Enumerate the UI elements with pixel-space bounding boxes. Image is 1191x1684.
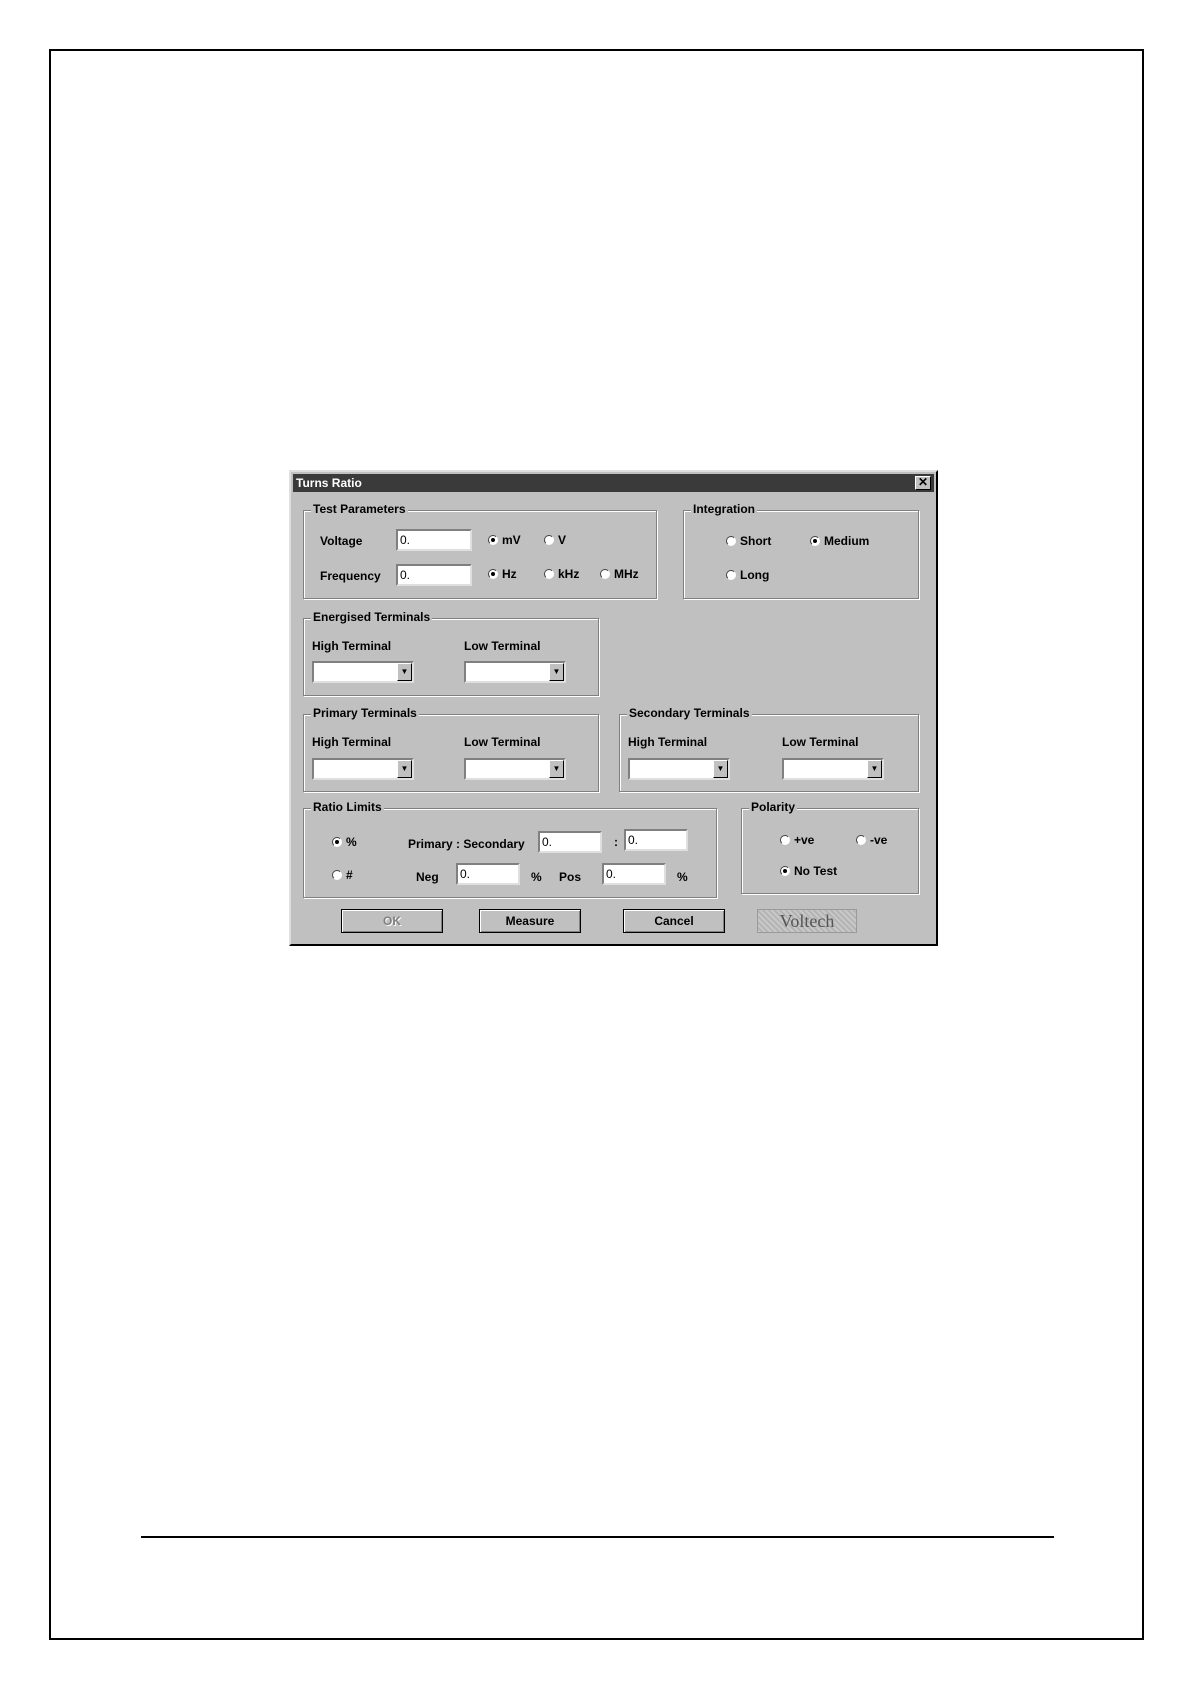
- frequency-unit-khz-radio[interactable]: kHz: [544, 567, 579, 581]
- secondary-low-terminal-label: Low Terminal: [782, 735, 859, 749]
- integration-title: Integration: [691, 502, 757, 516]
- test-parameters-title: Test Parameters: [311, 502, 408, 516]
- radio-selected-icon: [488, 569, 498, 579]
- radio-empty-icon: [780, 835, 790, 845]
- integration-short-radio[interactable]: Short: [726, 534, 771, 548]
- radio-empty-icon: [726, 536, 736, 546]
- chevron-down-icon[interactable]: ▼: [867, 760, 882, 778]
- voltage-input[interactable]: [396, 529, 472, 551]
- secondary-low-terminal-dropdown[interactable]: ▼: [782, 758, 884, 780]
- radio-empty-icon: [856, 835, 866, 845]
- voltage-unit-mv-radio[interactable]: mV: [488, 533, 521, 547]
- frequency-input[interactable]: [396, 564, 472, 586]
- close-icon[interactable]: ✕: [915, 476, 931, 490]
- cancel-button[interactable]: Cancel: [623, 909, 725, 933]
- primary-high-terminal-dropdown[interactable]: ▼: [312, 758, 414, 780]
- neg-limit-input[interactable]: [456, 863, 520, 885]
- radio-empty-icon: [544, 535, 554, 545]
- integration-group: Integration Short Medium Long: [683, 502, 919, 599]
- energised-low-terminal-label: Low Terminal: [464, 639, 541, 653]
- energised-low-terminal-dropdown[interactable]: ▼: [464, 661, 566, 683]
- dialog-title: Turns Ratio: [296, 476, 362, 490]
- secondary-ratio-input[interactable]: [624, 829, 688, 851]
- title-bar[interactable]: Turns Ratio ✕: [293, 474, 934, 492]
- chevron-down-icon[interactable]: ▼: [397, 663, 412, 681]
- primary-ratio-input[interactable]: [538, 831, 602, 853]
- energised-terminals-title: Energised Terminals: [311, 610, 433, 624]
- turns-ratio-dialog: Turns Ratio ✕ Test Parameters Voltage mV…: [289, 470, 938, 946]
- polarity-group: Polarity +ve -ve No Test: [741, 800, 919, 894]
- polarity-no-test-radio[interactable]: No Test: [780, 864, 837, 878]
- primary-terminals-title: Primary Terminals: [311, 706, 419, 720]
- energised-terminals-group: Energised Terminals High Terminal Low Te…: [303, 610, 599, 696]
- secondary-terminals-title: Secondary Terminals: [627, 706, 752, 720]
- pos-unit: %: [677, 870, 688, 884]
- integration-medium-radio[interactable]: Medium: [810, 534, 869, 548]
- ratio-limits-title: Ratio Limits: [311, 800, 384, 814]
- polarity-title: Polarity: [749, 800, 798, 814]
- radio-empty-icon: [726, 570, 736, 580]
- radio-selected-icon: [810, 536, 820, 546]
- polarity-plus-ve-radio[interactable]: +ve: [780, 833, 814, 847]
- neg-unit: %: [531, 870, 542, 884]
- radio-empty-icon: [332, 870, 342, 880]
- primary-terminals-group: Primary Terminals High Terminal Low Term…: [303, 706, 599, 792]
- energised-high-terminal-dropdown[interactable]: ▼: [312, 661, 414, 683]
- pos-limit-input[interactable]: [602, 863, 666, 885]
- frequency-label: Frequency: [320, 569, 381, 583]
- measure-button[interactable]: Measure: [479, 909, 581, 933]
- voltech-logo: Voltech: [757, 909, 857, 933]
- pos-label: Pos: [559, 870, 582, 884]
- voltage-unit-v-radio[interactable]: V: [544, 533, 566, 547]
- chevron-down-icon[interactable]: ▼: [549, 663, 564, 681]
- radio-empty-icon: [544, 569, 554, 579]
- chevron-down-icon[interactable]: ▼: [549, 760, 564, 778]
- ratio-percent-radio[interactable]: %: [332, 835, 357, 849]
- ratio-limits-group: Ratio Limits % Primary : Secondary : # N…: [303, 800, 717, 898]
- radio-selected-icon: [332, 837, 342, 847]
- test-parameters-group: Test Parameters Voltage mV V Frequency H…: [303, 502, 657, 599]
- primary-low-terminal-label: Low Terminal: [464, 735, 541, 749]
- ratio-number-radio[interactable]: #: [332, 868, 353, 882]
- primary-low-terminal-dropdown[interactable]: ▼: [464, 758, 566, 780]
- energised-high-terminal-label: High Terminal: [312, 639, 392, 653]
- neg-label: Neg: [416, 870, 439, 884]
- ok-button[interactable]: OK: [341, 909, 443, 933]
- footer-rule: [141, 1536, 1054, 1538]
- radio-empty-icon: [600, 569, 610, 579]
- primary-high-terminal-label: High Terminal: [312, 735, 392, 749]
- radio-selected-icon: [488, 535, 498, 545]
- chevron-down-icon[interactable]: ▼: [713, 760, 728, 778]
- secondary-high-terminal-label: High Terminal: [628, 735, 708, 749]
- primary-secondary-label: Primary : Secondary: [408, 837, 525, 851]
- chevron-down-icon[interactable]: ▼: [397, 760, 412, 778]
- frequency-unit-hz-radio[interactable]: Hz: [488, 567, 517, 581]
- frequency-unit-mhz-radio[interactable]: MHz: [600, 567, 639, 581]
- ratio-colon: :: [614, 835, 618, 849]
- polarity-minus-ve-radio[interactable]: -ve: [856, 833, 887, 847]
- integration-long-radio[interactable]: Long: [726, 568, 769, 582]
- voltage-label: Voltage: [320, 534, 363, 548]
- secondary-terminals-group: Secondary Terminals High Terminal Low Te…: [619, 706, 919, 792]
- secondary-high-terminal-dropdown[interactable]: ▼: [628, 758, 730, 780]
- radio-selected-icon: [780, 866, 790, 876]
